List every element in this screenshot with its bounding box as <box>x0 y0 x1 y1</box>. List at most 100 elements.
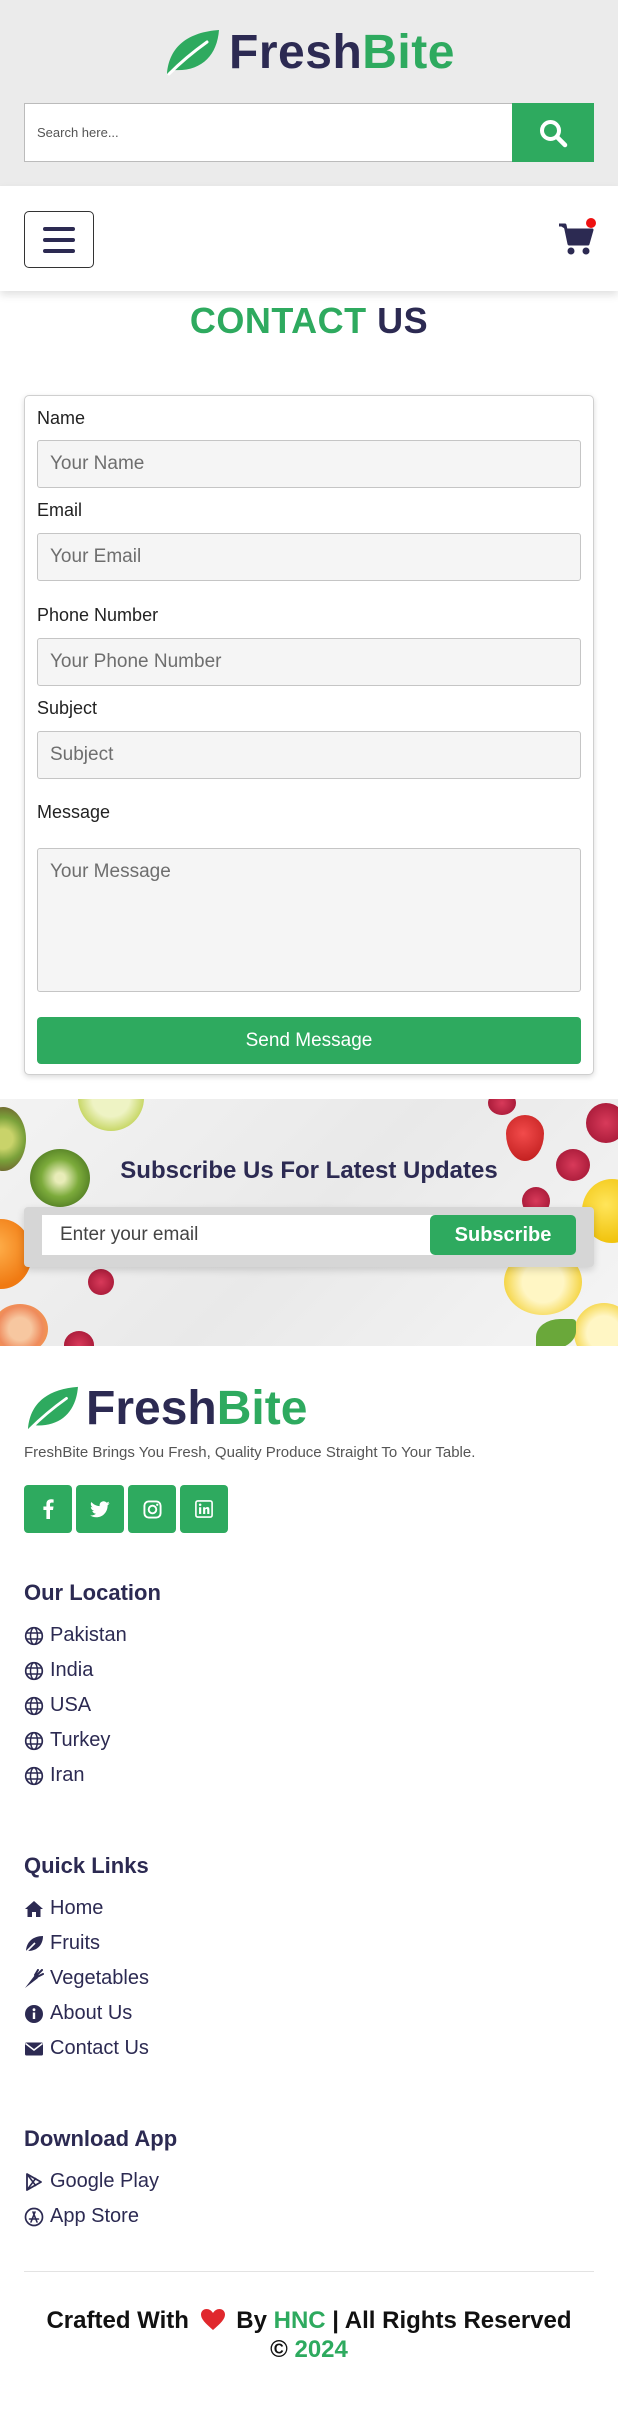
message-label: Message <box>37 802 111 822</box>
message-field[interactable] <box>37 848 581 992</box>
leaf-image <box>536 1319 576 1346</box>
twitter-link[interactable] <box>76 1485 124 1533</box>
raspberry-image <box>586 1103 618 1143</box>
credit-rights-text: | All Rights Reserved <box>332 2307 572 2334</box>
twitter-icon <box>90 1500 110 1517</box>
raspberry-image <box>488 1099 516 1115</box>
search-input[interactable] <box>24 103 512 162</box>
download-heading: Download App <box>24 2126 178 2151</box>
info-icon <box>25 2004 43 2023</box>
heart-icon <box>200 2309 225 2330</box>
footer-tagline: FreshBite Brings You Fresh, Quality Prod… <box>24 1444 476 1461</box>
page-title-part2: US <box>377 300 429 341</box>
linkedin-icon <box>195 1500 213 1518</box>
page-title-part1: CONTACT <box>189 300 367 341</box>
lemon-slice-image <box>574 1303 618 1346</box>
location-label: Iran <box>50 1764 85 1786</box>
nav-bar <box>0 186 618 291</box>
name-label: Name <box>37 408 86 428</box>
search-icon <box>540 119 568 147</box>
quick-link-contact[interactable]: Contact Us <box>24 2037 149 2060</box>
app-store-label: App Store <box>50 2205 139 2227</box>
leaf-logo-icon <box>27 1386 78 1431</box>
brand-name-part1: Fresh <box>229 25 363 79</box>
leaf-icon <box>25 1935 43 1953</box>
copyright-year: 2024 <box>294 2336 348 2363</box>
lime-slice-image <box>78 1099 144 1131</box>
email-field[interactable] <box>37 533 581 581</box>
brand-logo[interactable]: FreshBite <box>0 22 618 82</box>
phone-field[interactable] <box>37 638 581 686</box>
social-links <box>24 1485 228 1533</box>
hamburger-icon-line <box>43 248 75 253</box>
menu-toggle-button[interactable] <box>24 211 94 268</box>
quick-link-vegetables[interactable]: Vegetables <box>24 1967 149 1990</box>
quick-links-heading: Quick Links <box>24 1853 149 1878</box>
brand-name: FreshBite <box>229 25 455 80</box>
credit-author-link[interactable]: HNC <box>274 2307 326 2334</box>
location-item[interactable]: Turkey <box>24 1729 110 1752</box>
name-field[interactable] <box>37 440 581 488</box>
app-store-icon <box>24 2207 44 2226</box>
envelope-icon <box>25 2042 43 2055</box>
email-label: Email <box>37 500 83 520</box>
subscribe-form: Subscribe <box>24 1207 594 1267</box>
globe-icon <box>24 1766 44 1785</box>
location-label: Pakistan <box>50 1624 127 1646</box>
cart-badge <box>586 218 596 228</box>
carrot-icon <box>25 1968 44 1988</box>
facebook-icon <box>43 1499 54 1519</box>
facebook-link[interactable] <box>24 1485 72 1533</box>
credit-crafted-text: Crafted With <box>46 2307 189 2334</box>
globe-icon <box>24 1661 44 1680</box>
subject-label: Subject <box>37 698 98 718</box>
subscribe-button[interactable]: Subscribe <box>430 1215 576 1255</box>
quick-link-label: Fruits <box>50 1932 100 1954</box>
quick-link-home[interactable]: Home <box>24 1897 103 1920</box>
send-message-button[interactable]: Send Message <box>37 1017 581 1064</box>
top-header: FreshBite <box>0 0 618 186</box>
app-store-link[interactable]: App Store <box>24 2205 139 2228</box>
grapefruit-slice-image <box>0 1304 48 1346</box>
location-item[interactable]: Iran <box>24 1764 84 1787</box>
phone-label: Phone Number <box>37 605 159 625</box>
brand-name-part2: Bite <box>362 25 455 79</box>
location-item[interactable]: USA <box>24 1694 91 1717</box>
linkedin-link[interactable] <box>180 1485 228 1533</box>
raspberry-image <box>64 1331 94 1346</box>
hamburger-icon <box>43 226 75 231</box>
search-button[interactable] <box>512 103 594 162</box>
strawberry-image <box>506 1115 544 1161</box>
globe-icon <box>24 1626 44 1645</box>
instagram-link[interactable] <box>128 1485 176 1533</box>
subject-field[interactable] <box>37 731 581 779</box>
cart-button[interactable] <box>558 218 596 258</box>
hamburger-icon-line <box>43 237 75 242</box>
home-icon <box>25 1900 43 1917</box>
globe-icon <box>24 1731 44 1750</box>
quick-link-fruits[interactable]: Fruits <box>24 1932 100 1955</box>
location-item[interactable]: Pakistan <box>24 1624 127 1647</box>
footer-logo[interactable]: FreshBite <box>24 1378 307 1438</box>
google-play-link[interactable]: Google Play <box>24 2170 159 2193</box>
subscribe-title: Subscribe Us For Latest Updates <box>120 1157 498 1184</box>
leaf-logo-icon <box>167 30 220 76</box>
footer-brand-part1: Fresh <box>86 1381 217 1435</box>
location-heading: Our Location <box>24 1580 161 1605</box>
footer-brand-name: FreshBite <box>86 1381 307 1436</box>
contact-form: Name Email Phone Number Subject Message … <box>24 395 594 1075</box>
quick-link-label: About Us <box>50 2002 133 2024</box>
subscribe-email-input[interactable] <box>42 1215 452 1255</box>
location-item[interactable]: India <box>24 1659 93 1682</box>
globe-icon <box>24 1696 44 1715</box>
location-label: India <box>50 1659 94 1681</box>
location-label: Turkey <box>50 1729 111 1751</box>
footer-divider <box>24 2271 594 2272</box>
raspberry-image <box>88 1269 114 1295</box>
subscribe-banner: Subscribe Us For Latest Updates Subscrib… <box>0 1099 618 1346</box>
quick-link-label: Home <box>50 1897 104 1919</box>
quick-link-about[interactable]: About Us <box>24 2002 132 2025</box>
footer-brand-part2: Bite <box>216 1381 308 1435</box>
credit-by-text: By <box>236 2307 267 2334</box>
google-play-label: Google Play <box>50 2170 159 2192</box>
